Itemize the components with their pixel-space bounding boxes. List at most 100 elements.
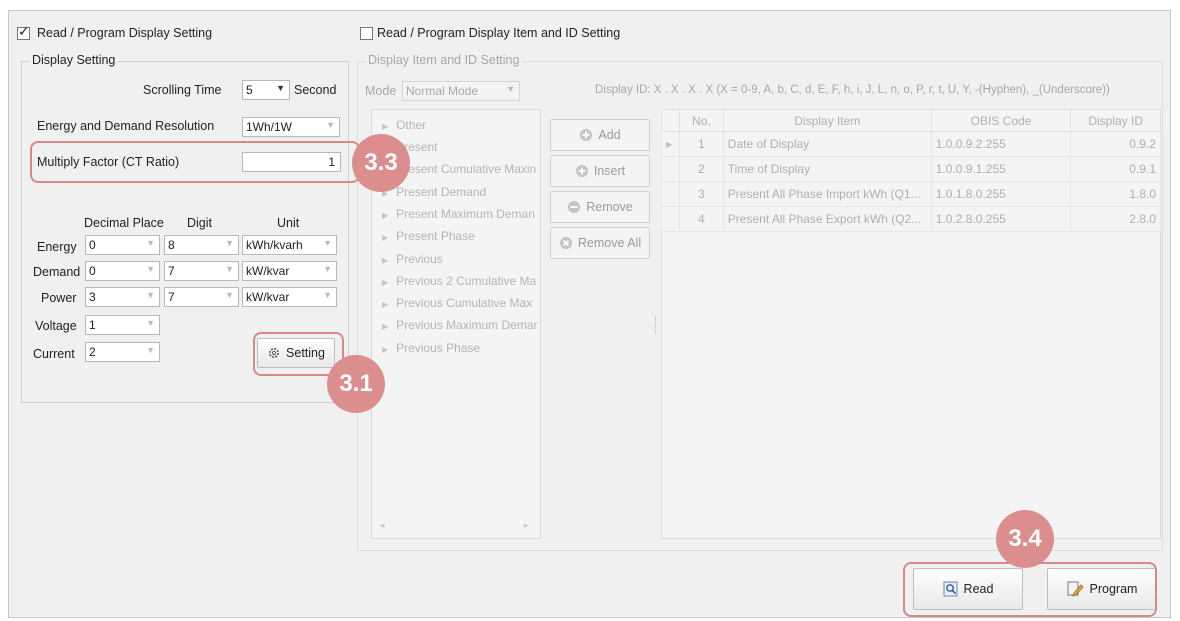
remove-all-button[interactable]: Remove All [550, 227, 650, 259]
tree-item[interactable]: ▶ Previous [382, 252, 443, 266]
col-header-display-id[interactable]: Display ID [1070, 109, 1161, 132]
power-unit-select[interactable]: kW/kvar ▼ [242, 287, 337, 307]
scroll-left-icon[interactable]: ◂ [380, 520, 385, 531]
display-item-table: No. Display Item OBIS Code Display ID ▶ … [661, 109, 1161, 232]
table-row[interactable]: 2 Time of Display 1.0.0.9.1.255 0.9.1 [661, 156, 1161, 182]
tree-item[interactable]: ▶ Previous Cumulative Max [382, 296, 532, 310]
cell-display-item: Time of Display [722, 156, 932, 182]
table-row[interactable]: 3 Present All Phase Import kWh (Q1... 1.… [661, 181, 1161, 207]
tree-item-label: Previous Phase [396, 341, 481, 355]
tree-item-label: Present Demand [396, 185, 487, 199]
display-setting-checkbox[interactable] [17, 24, 30, 40]
cell-obis-code: 1.0.0.9.1.255 [930, 156, 1072, 182]
energy-digit-select[interactable]: 8 ▼ [164, 235, 239, 255]
demand-unit-select[interactable]: kW/kvar ▼ [242, 261, 337, 281]
power-decimal-select[interactable]: 3 ▼ [85, 287, 160, 307]
tree-item-label: Previous Maximum Demar [396, 318, 538, 332]
tree-item[interactable]: ▶ Previous 2 Cumulative Ma [382, 274, 536, 288]
scrolling-time-value: 5 [246, 83, 253, 97]
tree-item[interactable]: ▶ Present Demand [382, 185, 486, 199]
cell-no: 3 [678, 181, 724, 207]
tree-item[interactable]: ▶ Present Maximum Deman [382, 207, 535, 221]
tree-item-label: Other [396, 118, 427, 132]
display-item-group-title: Display Item and ID Setting [365, 53, 523, 67]
cell-no: 1 [678, 131, 724, 157]
energy-unit-select[interactable]: kWh/kvarh ▼ [242, 235, 337, 255]
demand-digit-select[interactable]: 7 ▼ [164, 261, 239, 281]
splitter-handle[interactable] [655, 316, 658, 334]
dropdown-arrow-icon: ▼ [225, 290, 234, 300]
dropdown-arrow-icon: ▼ [146, 345, 155, 355]
expand-arrow-icon: ▶ [382, 278, 389, 287]
read-program-highlight [903, 562, 1157, 617]
current-decimal-select[interactable]: 2 ▼ [85, 342, 160, 362]
callout-3-1: 3.1 [327, 355, 385, 413]
table-row[interactable]: 4 Present All Phase Export kWh (Q2... 1.… [661, 206, 1161, 232]
row-indicator [661, 206, 680, 232]
row-indicator [661, 156, 680, 182]
col-header-no[interactable]: No. [678, 109, 724, 132]
x-circle-icon [559, 237, 572, 249]
remove-button[interactable]: Remove [550, 191, 650, 223]
dropdown-arrow-icon: ▼ [323, 290, 332, 300]
row-pointer-icon: ▶ [661, 131, 680, 157]
dropdown-arrow-icon: ▼ [225, 238, 234, 248]
display-item-checkbox[interactable] [360, 27, 373, 40]
app-window: Read / Program Display Setting Display S… [8, 10, 1171, 618]
scrolling-time-label: Scrolling Time [143, 83, 222, 97]
dropdown-arrow-icon: ▼ [146, 318, 155, 328]
demand-decimal-value: 0 [89, 264, 96, 278]
cell-display-id: 1.8.0 [1070, 181, 1161, 207]
tree-item[interactable]: ▶ Previous Maximum Demar [382, 318, 538, 332]
current-decimal-value: 2 [89, 345, 96, 359]
energy-decimal-value: 0 [89, 238, 96, 252]
demand-digit-value: 7 [168, 264, 175, 278]
display-id-hint: Display ID: X . X . X . X (X = 0-9, A, b… [595, 84, 1110, 96]
tree-item-label: Present Maximum Deman [396, 207, 535, 221]
insert-button-label: Insert [593, 164, 626, 178]
mode-select[interactable]: Normal Mode ▼ [402, 81, 520, 101]
resolution-select[interactable]: 1Wh/1W ▼ [242, 117, 340, 137]
callout-3-3: 3.3 [352, 134, 410, 192]
demand-unit-value: kW/kvar [246, 264, 290, 278]
power-digit-value: 7 [168, 290, 175, 304]
callout-3-4: 3.4 [996, 510, 1054, 568]
dropdown-arrow-icon: ▼ [276, 83, 285, 93]
dropdown-arrow-icon: ▼ [225, 264, 234, 274]
dropdown-arrow-icon: ▼ [146, 238, 155, 248]
display-setting-checkbox-label: Read / Program Display Setting [37, 26, 213, 40]
col-header-obis-code[interactable]: OBIS Code [930, 109, 1072, 132]
multiply-factor-highlight [30, 141, 360, 183]
remove-all-button-label: Remove All [577, 236, 642, 250]
cell-no: 2 [678, 156, 724, 182]
dropdown-arrow-icon: ▼ [146, 290, 155, 300]
cell-display-id: 0.9.2 [1070, 131, 1161, 157]
tree-item[interactable]: ▶ Previous Phase [382, 341, 480, 355]
display-setting-group-title: Display Setting [29, 53, 119, 67]
table-row[interactable]: ▶ 1 Date of Display 1.0.0.9.2.255 0.9.2 [661, 131, 1161, 157]
display-item-checkbox-label: Read / Program Display Item and ID Setti… [377, 26, 621, 40]
scrolling-time-unit: Second [294, 83, 337, 97]
voltage-label: Voltage [35, 319, 77, 333]
resolution-label: Energy and Demand Resolution [37, 119, 215, 133]
cell-obis-code: 1.0.1.8.0.255 [930, 181, 1072, 207]
scroll-right-icon[interactable]: ▸ [524, 520, 529, 531]
demand-label: Demand [33, 265, 81, 279]
col-header-display-item[interactable]: Display Item [722, 109, 932, 132]
demand-decimal-select[interactable]: 0 ▼ [85, 261, 160, 281]
insert-button[interactable]: Insert [550, 155, 650, 187]
dropdown-arrow-icon: ▼ [146, 264, 155, 274]
tree-item[interactable]: ▶ Present Phase [382, 229, 475, 243]
expand-arrow-icon: ▶ [382, 122, 389, 131]
tree-item[interactable]: ▶ Other [382, 118, 426, 132]
power-digit-select[interactable]: 7 ▼ [164, 287, 239, 307]
add-button[interactable]: Add [550, 119, 650, 151]
dropdown-arrow-icon: ▼ [323, 238, 332, 248]
voltage-decimal-select[interactable]: 1 ▼ [85, 315, 160, 335]
scrolling-time-select[interactable]: 5 ▼ [242, 80, 290, 100]
energy-decimal-select[interactable]: 0 ▼ [85, 235, 160, 255]
resolution-value: 1Wh/1W [246, 120, 293, 134]
cell-obis-code: 1.0.0.9.2.255 [930, 131, 1072, 157]
power-decimal-value: 3 [89, 290, 96, 304]
power-label: Power [41, 291, 77, 305]
